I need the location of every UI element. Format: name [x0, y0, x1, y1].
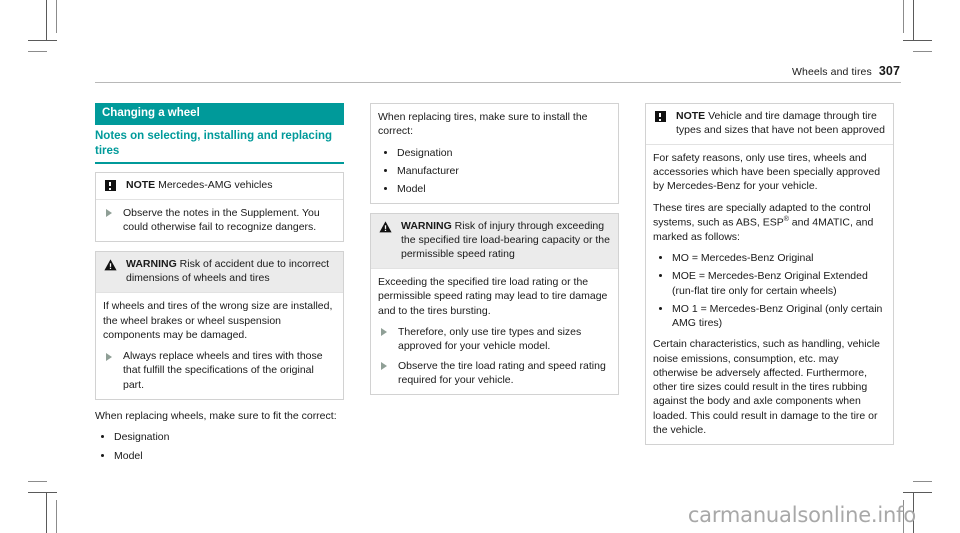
tire-replacement-box: When replacing tires, make sure to insta… [370, 103, 619, 205]
note-box-amg: NOTE Mercedes-AMG vehicles Observe the n… [95, 171, 344, 243]
note-exclamation-icon [103, 179, 117, 191]
warning-label: WARNING [401, 220, 452, 233]
list-item: Designation [378, 146, 610, 160]
warning-label: WARNING [126, 258, 177, 271]
triangle-bullet-icon [106, 352, 112, 361]
warning-box-body: Exceeding the specified tire load rating… [371, 268, 618, 394]
triangle-bullet-icon [381, 328, 387, 337]
note-box-body: Observe the notes in the Supplement. You… [96, 198, 343, 242]
crop-mark-top-left [28, 0, 104, 60]
column1-closing-list: Designation Model [95, 430, 344, 463]
list-item: Model [95, 449, 344, 463]
dot-bullet-icon [101, 435, 104, 439]
page-number: 307 [878, 64, 900, 78]
list-item-text: Model [114, 449, 143, 462]
page-body: Changing a wheel Notes on selecting, ins… [95, 103, 895, 463]
section-subtitle: Notes on selecting, installing and repla… [95, 125, 344, 164]
warning-box-header: WARNING Risk of accident due to incorrec… [96, 252, 343, 293]
list-item-text: MOE = Mercedes-Benz Original Extended (r… [672, 270, 868, 297]
note-box-title: NOTE Vehicle and tire damage through tir… [676, 110, 885, 138]
warning-body-text: If wheels and tires of the wrong size ar… [103, 300, 333, 341]
list-item: Therefore, only use tire types and sizes… [378, 325, 610, 354]
warning-box-dimensions: WARNING Risk of accident due to incorrec… [95, 251, 344, 400]
warning-action-list: Always replace wheels and tires with tho… [103, 349, 335, 392]
note-box-approved-tires: NOTE Vehicle and tire damage through tir… [645, 103, 894, 446]
list-item-text: Always replace wheels and tires with tho… [123, 350, 323, 391]
crop-mark-top-right [856, 0, 932, 60]
list-item: Observe the notes in the Supplement. You… [103, 206, 335, 235]
warning-box-title: WARNING Risk of injury through exceeding… [401, 220, 610, 262]
warning-box-title: WARNING Risk of accident due to incorrec… [126, 258, 335, 286]
warning-box-header: WARNING Risk of injury through exceeding… [371, 214, 618, 269]
running-head-text: Wheels and tires 307 [792, 64, 900, 78]
list-item-text: Model [397, 183, 426, 196]
running-head: Wheels and tires 307 [95, 64, 901, 86]
section-banner: Changing a wheel [95, 103, 344, 125]
list-item: Always replace wheels and tires with tho… [103, 349, 335, 392]
list-item-text: Observe the notes in the Supplement. You… [123, 206, 320, 234]
tire-replacement-body: When replacing tires, make sure to insta… [371, 104, 618, 203]
list-item-text: Therefore, only use tire types and sizes… [398, 325, 582, 353]
note-box-header: NOTE Vehicle and tire damage through tir… [646, 104, 893, 144]
list-item-text: Manufacturer [397, 164, 459, 177]
tire-markings-list: MO = Mercedes-Benz Original MOE = Merced… [653, 251, 885, 330]
column-2: When replacing tires, make sure to insta… [370, 103, 619, 463]
list-item-text: Designation [397, 146, 453, 159]
list-item: Model [378, 182, 610, 196]
note-exclamation-icon [653, 110, 667, 122]
note-label: NOTE [126, 178, 156, 191]
dot-bullet-icon [659, 274, 662, 278]
dot-bullet-icon [384, 187, 387, 191]
note-title-text: Vehicle and tire damage through tire typ… [676, 110, 885, 136]
note-box-body: For safety reasons, only use tires, whee… [646, 143, 893, 444]
characteristics-paragraph: Certain characteristics, such as handlin… [653, 338, 881, 436]
list-item: MO 1 = Mercedes-Benz Original (only cert… [653, 302, 885, 331]
header-rule [95, 82, 901, 83]
list-item: Observe the tire load rating and speed r… [378, 359, 610, 388]
tire-replacement-paragraph: When replacing tires, make sure to insta… [378, 111, 588, 138]
safety-paragraph: For safety reasons, only use tires, whee… [653, 151, 881, 193]
note-box-header: NOTE Mercedes-AMG vehicles [96, 172, 343, 199]
list-item-text: MO 1 = Mercedes-Benz Original (only cert… [672, 302, 883, 330]
crop-mark-bottom-left [28, 467, 104, 533]
dot-bullet-icon [659, 306, 662, 310]
running-head-section: Wheels and tires [792, 66, 872, 78]
warning-box-body: If wheels and tires of the wrong size ar… [96, 292, 343, 399]
note-title-text: Mercedes-AMG vehicles [158, 178, 273, 191]
column-3: NOTE Vehicle and tire damage through tir… [645, 103, 894, 463]
list-item: Designation [95, 430, 344, 444]
note-box-title: NOTE Mercedes-AMG vehicles [126, 179, 335, 193]
list-item: Manufacturer [378, 164, 610, 178]
warning-triangle-icon [378, 220, 392, 233]
warning-box-load-rating: WARNING Risk of injury through exceeding… [370, 213, 619, 396]
warning-body-text: Exceeding the specified tire load rating… [378, 276, 608, 317]
tire-replacement-list: Designation Manufacturer Model [378, 146, 610, 197]
list-item-text: MO = Mercedes-Benz Original [672, 252, 814, 264]
list-item-text: Designation [114, 431, 170, 444]
dot-bullet-icon [384, 150, 387, 154]
list-item: MO = Mercedes-Benz Original [653, 251, 885, 265]
warning-triangle-icon [103, 258, 117, 271]
watermark: carmanualsonline.info [687, 503, 916, 527]
dot-bullet-icon [659, 256, 662, 259]
column-1: Changing a wheel Notes on selecting, ins… [95, 103, 344, 463]
note-label: NOTE [676, 110, 706, 122]
dot-bullet-icon [384, 168, 387, 172]
triangle-bullet-icon [106, 209, 112, 218]
column1-closing-paragraph: When replacing wheels, make sure to fit … [95, 409, 337, 422]
triangle-bullet-icon [381, 362, 387, 371]
list-item-text: Observe the tire load rating and speed r… [398, 359, 606, 386]
warning-action-list: Therefore, only use tire types and sizes… [378, 325, 610, 387]
adaptation-paragraph: These tires are specially adapted to the… [653, 201, 885, 244]
note-action-list: Observe the notes in the Supplement. You… [103, 206, 335, 235]
list-item: MOE = Mercedes-Benz Original Extended (r… [653, 269, 885, 298]
dot-bullet-icon [101, 453, 104, 457]
